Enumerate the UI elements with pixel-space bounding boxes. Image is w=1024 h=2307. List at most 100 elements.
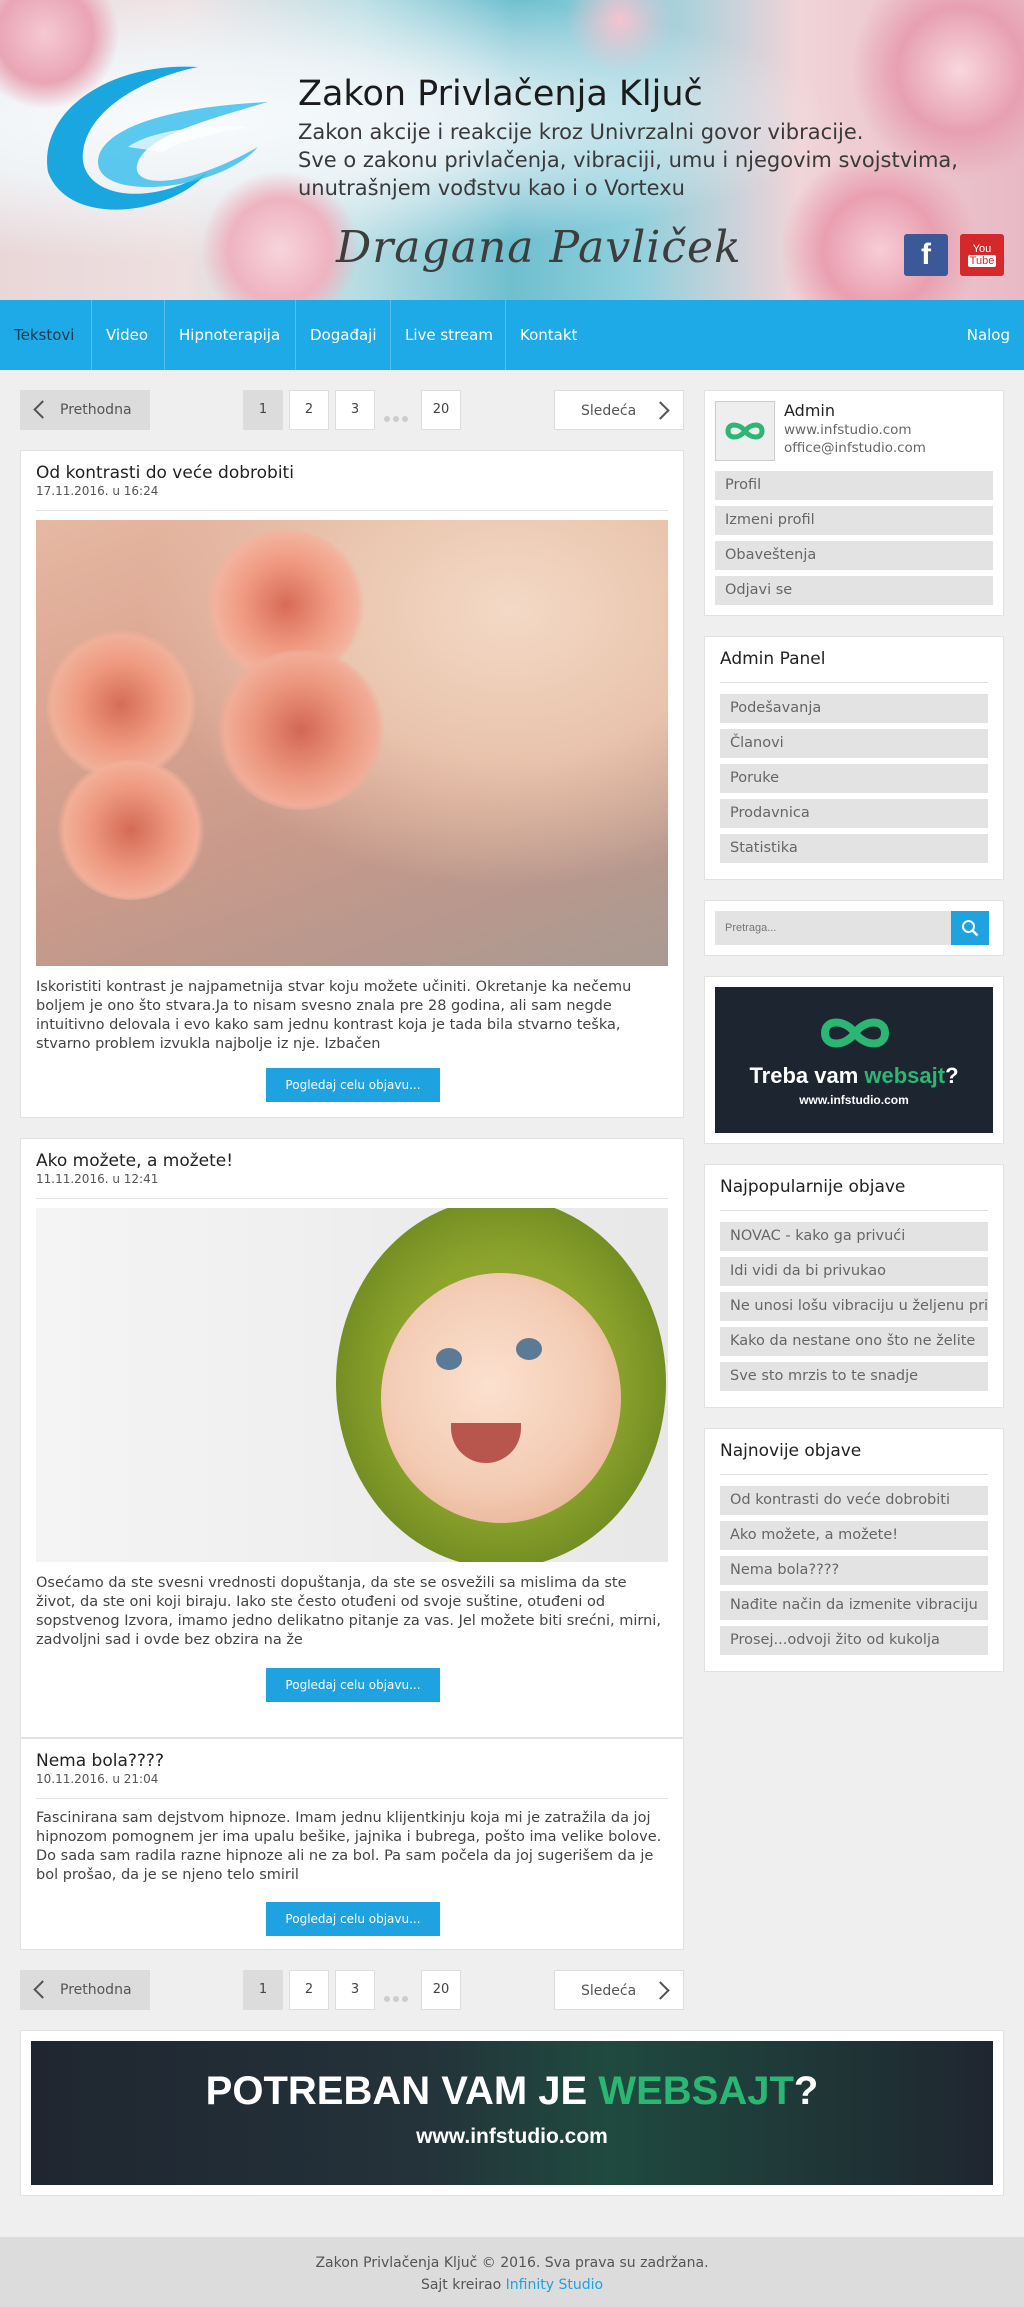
user-email: office@infstudio.com: [784, 440, 926, 456]
ad-headline-pre: Treba vam: [749, 1063, 865, 1088]
ad-headline-post: ?: [793, 2069, 819, 2113]
post-title[interactable]: Ako možete, a možete!: [36, 1151, 233, 1171]
next-page-button[interactable]: Sledeća: [554, 1970, 684, 2010]
ad-headline: Treba vam websajt?: [715, 1063, 993, 1089]
user-link-obavestenja[interactable]: Obaveštenja: [715, 541, 993, 570]
latest-post-link[interactable]: Nema bola????: [720, 1556, 988, 1585]
page-number[interactable]: 3: [335, 1970, 375, 2010]
ellipsis-icon: [384, 1987, 411, 2006]
facebook-icon[interactable]: f: [904, 234, 948, 276]
popular-posts: Najpopularnije objave NOVAC - kako ga pr…: [704, 1164, 1004, 1408]
infinity-icon: [820, 1018, 890, 1048]
admin-link-statistika[interactable]: Statistika: [720, 834, 988, 863]
eye-shape: [516, 1338, 542, 1360]
user-link-odjavi-se[interactable]: Odjavi se: [715, 576, 993, 605]
page-number[interactable]: 20: [421, 1970, 461, 2010]
nav-item-tekstovi[interactable]: Tekstovi: [0, 300, 88, 370]
popular-post-link[interactable]: Idi vidi da bi privukao: [720, 1257, 988, 1286]
chevron-left-icon: [33, 1980, 52, 1999]
ad-banner[interactable]: Treba vam websajt? www.infstudio.com: [715, 987, 993, 1133]
page-number[interactable]: 2: [289, 390, 329, 430]
divider: [36, 1198, 668, 1199]
nav-item-live-stream[interactable]: Live stream: [390, 300, 507, 370]
chevron-right-icon: [651, 401, 670, 420]
latest-title: Najnovije objave: [720, 1441, 862, 1461]
ad-headline-accent: websajt: [864, 1063, 946, 1088]
facebook-glyph: f: [921, 238, 931, 271]
nav-account[interactable]: Nalog: [953, 300, 1024, 370]
admin-link-podesavanja[interactable]: Podešavanja: [720, 694, 988, 723]
pagination-bottom: Prethodna 1 2 3 20 Sledeća: [20, 1970, 684, 2010]
latest-posts: Najnovije objave Od kontrasti do veće do…: [704, 1428, 1004, 1672]
post-card: Ako možete, a možete! 11.11.2016. u 12:4…: [20, 1138, 684, 1738]
user-link-izmeni-profil[interactable]: Izmeni profil: [715, 506, 993, 535]
prev-page-button[interactable]: Prethodna: [20, 1970, 150, 2010]
bottom-ad[interactable]: POTREBAN VAM JE WEBSAJT? www.infstudio.c…: [20, 2030, 1004, 2196]
read-more-button[interactable]: Pogledaj celu objavu...: [266, 1902, 440, 1936]
user-link-profil[interactable]: Profil: [715, 471, 993, 500]
tagline-line: Sve o zakonu privlačenja, vibraciji, umu…: [298, 148, 958, 172]
footer-credit-prefix: Sajt kreirao: [420, 2277, 506, 2293]
popular-post-link[interactable]: Sve sto mrzis to te snadje: [720, 1362, 988, 1391]
post-card: Nema bola???? 10.11.2016. u 21:04 Fascin…: [20, 1738, 684, 1950]
youtube-icon[interactable]: You Tube: [960, 234, 1004, 276]
divider: [36, 1798, 668, 1799]
ad-url: www.infstudio.com: [799, 1093, 909, 1107]
ad-banner[interactable]: POTREBAN VAM JE WEBSAJT? www.infstudio.c…: [31, 2041, 993, 2185]
page-number[interactable]: 1: [243, 1970, 283, 2010]
page-number[interactable]: 2: [289, 1970, 329, 2010]
next-label: Sledeća: [581, 1983, 637, 1999]
nav-item-video[interactable]: Video: [91, 300, 162, 370]
read-more-button[interactable]: Pogledaj celu objavu...: [266, 1068, 440, 1102]
site-footer: Zakon Privlačenja Ključ © 2016. Sva prav…: [0, 2237, 1024, 2307]
read-more-button[interactable]: Pogledaj celu objavu...: [266, 1668, 440, 1702]
user-box: Admin www.infstudio.com office@infstudio…: [704, 390, 1004, 616]
ad-headline-accent: WEBSAJT: [598, 2069, 794, 2113]
search-button[interactable]: [951, 911, 989, 945]
post-title[interactable]: Nema bola????: [36, 1751, 164, 1771]
post-image[interactable]: [36, 1208, 668, 1562]
site-title[interactable]: Zakon Privlačenja Ključ: [298, 74, 703, 114]
latest-post-link[interactable]: Prosej...odvoji žito od kukolja: [720, 1626, 988, 1655]
popular-post-link[interactable]: Ne unosi lošu vibraciju u željenu priču: [720, 1292, 988, 1321]
admin-panel-title: Admin Panel: [720, 649, 826, 669]
nav-item-hipnoterapija[interactable]: Hipnoterapija: [164, 300, 294, 370]
site-logo[interactable]: [28, 52, 288, 222]
prev-label: Prethodna: [60, 1982, 132, 1998]
latest-post-link[interactable]: Ako možete, a možete!: [720, 1521, 988, 1550]
nav-item-kontakt[interactable]: Kontakt: [505, 300, 591, 370]
post-title[interactable]: Od kontrasti do veće dobrobiti: [36, 463, 294, 483]
site-tagline: Zakon akcije i reakcije kroz Univrzalni …: [298, 118, 988, 202]
admin-link-poruke[interactable]: Poruke: [720, 764, 988, 793]
nav-item-dogadjaji[interactable]: Događaji: [295, 300, 391, 370]
admin-link-clanovi[interactable]: Članovi: [720, 729, 988, 758]
infinity-icon: [725, 422, 765, 440]
prev-page-button[interactable]: Prethodna: [20, 390, 150, 430]
footer-credit-link[interactable]: Infinity Studio: [506, 2277, 603, 2293]
youtube-label-bottom: Tube: [967, 255, 997, 267]
popular-post-link[interactable]: Kako da nestane ono što ne želite: [720, 1327, 988, 1356]
chevron-left-icon: [33, 400, 52, 419]
latest-post-link[interactable]: Od kontrasti do veće dobrobiti: [720, 1486, 988, 1515]
page-number[interactable]: 3: [335, 390, 375, 430]
popular-post-link[interactable]: NOVAC - kako ga privući: [720, 1222, 988, 1251]
admin-link-prodavnica[interactable]: Prodavnica: [720, 799, 988, 828]
avatar[interactable]: [715, 401, 775, 461]
ellipsis-icon: [384, 407, 411, 426]
chevron-right-icon: [651, 1981, 670, 2000]
post-excerpt: Iskoristiti kontrast je najpametnija stv…: [36, 979, 632, 1052]
next-page-button[interactable]: Sledeća: [554, 390, 684, 430]
latest-post-link[interactable]: Nađite način da izmenite vibraciju: [720, 1591, 988, 1620]
sidebar-ad[interactable]: Treba vam websajt? www.infstudio.com: [704, 976, 1004, 1144]
next-label: Sledeća: [581, 403, 637, 419]
post-excerpt: Osećamo da ste svesni vrednosti dopuštan…: [36, 1575, 661, 1648]
post-date: 17.11.2016. u 16:24: [36, 484, 159, 498]
page-number[interactable]: 1: [243, 390, 283, 430]
pagination-top: Prethodna 1 2 3 20 Sledeća: [20, 390, 684, 430]
post-date: 11.11.2016. u 12:41: [36, 1172, 159, 1186]
search-input[interactable]: [715, 911, 951, 945]
rose-shape: [216, 650, 386, 810]
post-image[interactable]: [36, 520, 668, 966]
page-number[interactable]: 20: [421, 390, 461, 430]
divider: [720, 1474, 988, 1475]
